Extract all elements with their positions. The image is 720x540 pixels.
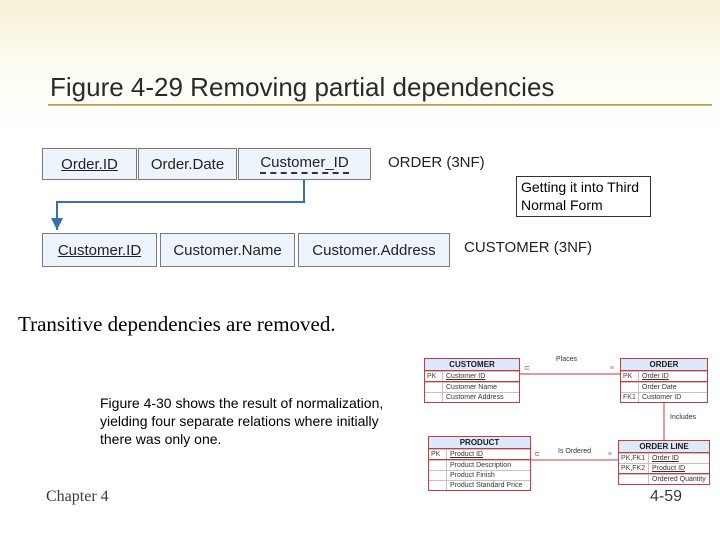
customer-name-text: Customer.Name [173, 242, 281, 259]
orderline-k2: Product ID [649, 464, 709, 473]
customer-address-cell: Customer.Address [298, 233, 450, 267]
orderline-attr-0: Ordered Quantity [649, 475, 709, 484]
order-id-cell: Order.ID [42, 148, 137, 180]
title-underline [48, 104, 712, 106]
customer-id-cell: Customer.ID [42, 233, 157, 267]
annotation-note: Getting it into Third Normal Form [516, 176, 651, 217]
customer-pk-label: PK [425, 372, 443, 381]
entity-customer: CUSTOMER PKCustomer ID Customer Name Cus… [424, 358, 520, 403]
entity-product-title: PRODUCT [429, 437, 530, 449]
page-number: 4-59 [650, 488, 682, 506]
customer-address-text: Customer.Address [312, 242, 435, 259]
customer-name-cell: Customer.Name [160, 233, 295, 267]
product-attr-1: Product Finish [447, 471, 530, 480]
entity-product: PRODUCT PKProduct ID Product Description… [428, 436, 531, 491]
customer-attr-1: Customer Address [443, 393, 519, 402]
order-customerid-text: Customer_ID [260, 154, 348, 174]
product-attr-2: Product Standard Price [447, 481, 530, 490]
svg-text:⊂: ⊂ [534, 450, 540, 458]
order-customerid-cell: Customer_ID [238, 148, 371, 180]
rel-isordered: Is Ordered [558, 448, 591, 455]
orderline-k2-label: PK,FK2 [619, 464, 649, 473]
transitive-callout: Transitive dependencies are removed. [18, 312, 336, 337]
orderline-k1-label: PK,FK1 [619, 454, 649, 463]
customer-relation-label: CUSTOMER (3NF) [464, 239, 592, 256]
svg-text:≡: ≡ [610, 364, 614, 372]
order-pk-label: PK [621, 372, 639, 381]
result-paragraph: Figure 4-30 shows the result of normaliz… [100, 394, 406, 449]
product-pk: Product ID [447, 450, 530, 459]
annotation-text: Getting it into Third Normal Form [521, 179, 639, 213]
chapter-label: Chapter 4 [46, 488, 109, 506]
customer-attr-0: Customer Name [443, 383, 519, 392]
product-pk-label: PK [429, 450, 447, 459]
order-relation-label: ORDER (3NF) [388, 154, 485, 171]
order-fk1-label: FK1 [621, 393, 639, 402]
slide-title: Figure 4-29 Removing partial dependencie… [50, 72, 554, 103]
entity-customer-title: CUSTOMER [425, 359, 519, 371]
entity-orderline-title: ORDER LINE [619, 441, 709, 453]
order-date-text: Order.Date [151, 156, 224, 173]
customer-pk: Customer ID [443, 372, 519, 381]
entity-order-title: ORDER [621, 359, 707, 371]
order-date-cell: Order.Date [138, 148, 237, 180]
order-attr-1: Customer ID [639, 393, 707, 402]
orderline-k1: Order ID [649, 454, 709, 463]
order-id-text: Order.ID [61, 156, 118, 173]
rel-includes: Includes [670, 414, 696, 421]
svg-text:≡: ≡ [608, 450, 612, 458]
order-pk: Order ID [639, 372, 707, 381]
rel-places: Places [556, 356, 577, 363]
svg-text:⊂: ⊂ [524, 364, 530, 372]
entity-order: ORDER PKOrder ID Order Date FK1Customer … [620, 358, 708, 403]
product-attr-0: Product Description [447, 461, 530, 470]
erd-diagram: ⊂ ≡ ⊂ ≡ CUSTOMER PKCustomer ID Customer … [418, 356, 714, 506]
order-attr-0: Order Date [639, 383, 707, 392]
customer-id-text: Customer.ID [58, 242, 141, 259]
entity-orderline: ORDER LINE PK,FK1Order ID PK,FK2Product … [618, 440, 710, 485]
